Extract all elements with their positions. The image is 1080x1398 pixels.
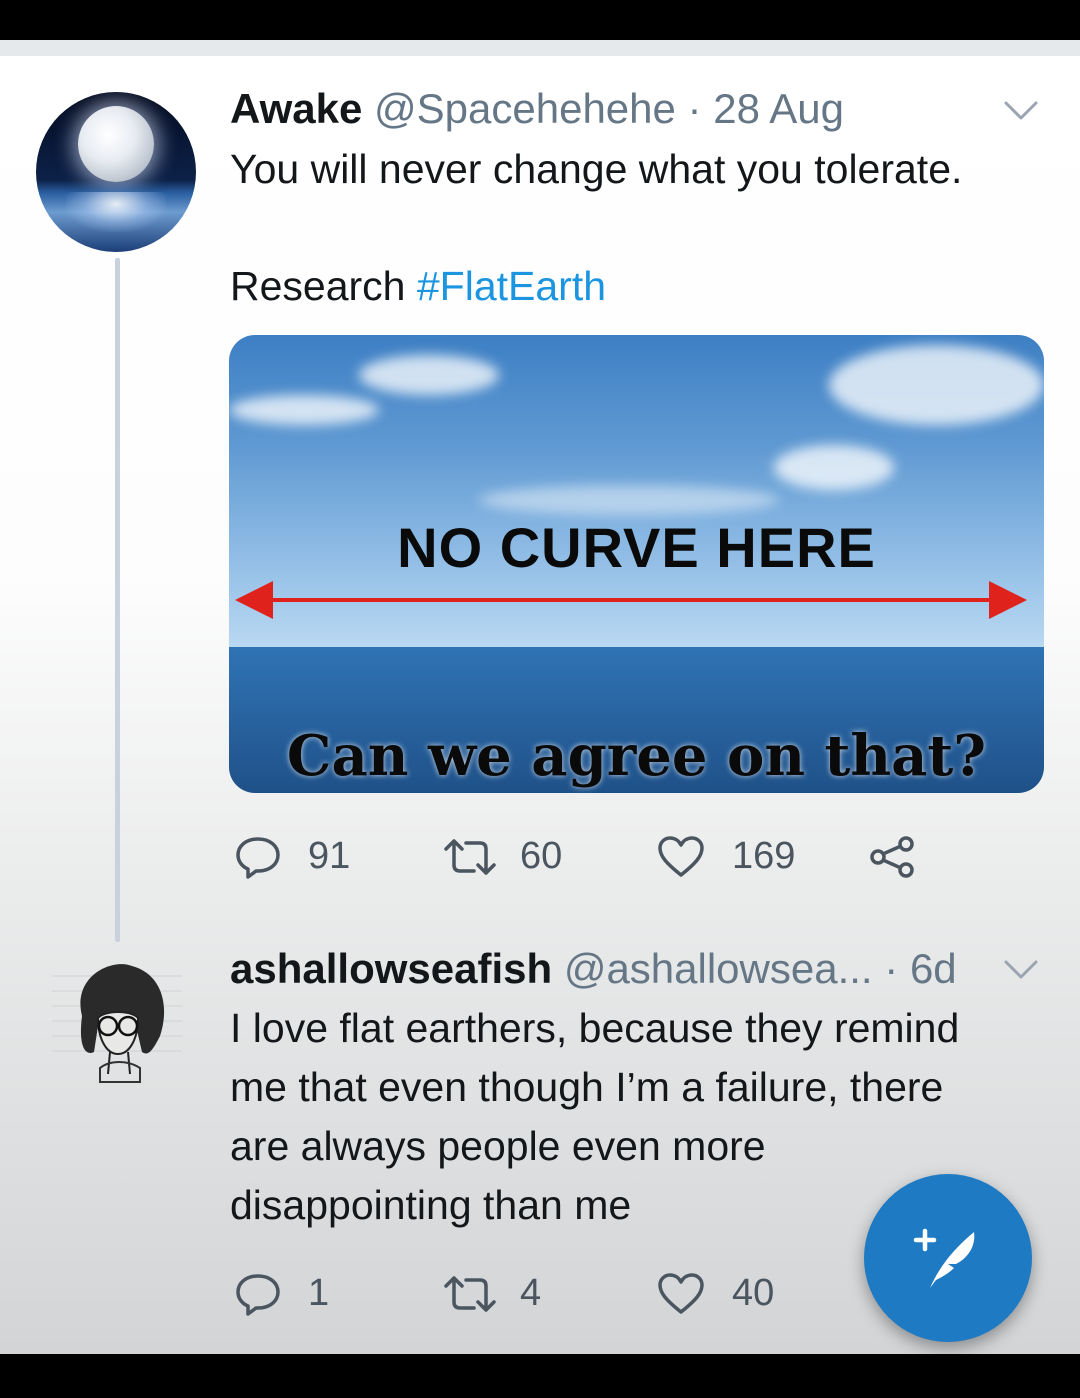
like-button[interactable]: 169	[656, 831, 801, 881]
reply-icon	[236, 1274, 280, 1316]
compose-tweet-button[interactable]	[864, 1174, 1032, 1342]
tweet-2-text-line-4: disappointing than me	[230, 1182, 632, 1228]
like-count: 169	[732, 835, 796, 877]
tweet-1-header: Awake @Spacehehehe · 28 Aug	[230, 84, 844, 134]
top-black-bar	[0, 0, 1080, 40]
moon-reflection	[66, 192, 166, 232]
media-caption-text: Can we agree on that?	[286, 723, 987, 789]
avatar-ashallowseafish[interactable]	[52, 956, 182, 1086]
sketch-girl-avatar	[52, 964, 182, 1083]
like-count: 40	[732, 1272, 775, 1314]
heart-icon	[658, 1273, 704, 1314]
chevron-down-icon[interactable]	[1003, 959, 1039, 981]
moon-image	[78, 106, 154, 182]
separator-dot: ·	[687, 85, 702, 132]
reply-count: 91	[308, 835, 351, 877]
author-name[interactable]: Awake	[230, 85, 362, 132]
heart-icon	[658, 836, 704, 877]
tweet-1-text-line-2: Research #FlatEarth	[230, 257, 606, 316]
reply-count: 1	[308, 1272, 330, 1314]
timeline-screen: Awake @Spacehehehe · 28 Aug You will nev…	[0, 56, 1080, 1354]
retweet-icon	[444, 1276, 496, 1312]
top-divider-strip	[0, 40, 1080, 56]
cloud	[829, 345, 1044, 425]
double-arrow-icon	[235, 581, 1027, 619]
chevron-down-icon[interactable]	[1003, 100, 1039, 122]
retweet-count: 60	[520, 835, 563, 877]
cloud	[229, 395, 379, 425]
tweet-media-image[interactable]: NO CURVE HERE Can we agree on that?	[229, 335, 1044, 793]
tweet-time[interactable]: 28 Aug	[713, 85, 844, 132]
hashtag-link[interactable]: #FlatEarth	[417, 263, 606, 309]
tweet-1-text-line-1: You will never change what you tolerate.	[230, 146, 963, 192]
media-title-text: NO CURVE HERE	[397, 516, 876, 579]
share-button[interactable]	[868, 831, 918, 881]
author-name[interactable]: ashallowseafish	[230, 945, 552, 992]
bottom-black-bar	[0, 1354, 1080, 1398]
reply-button[interactable]: 91	[234, 831, 354, 881]
cloud	[359, 355, 499, 395]
reply-icon	[236, 837, 280, 879]
like-button[interactable]: 40	[656, 1268, 786, 1318]
tweet-2-text-line-2: me that even though I’m a failure, there	[230, 1064, 944, 1110]
tweet-2-text-line-3: are always people even more	[230, 1123, 766, 1169]
tweet-time[interactable]: 6d	[910, 945, 957, 992]
tweet-2-header: ashallowseafish @ashallowsea... · 6d	[230, 944, 957, 994]
cloud	[479, 485, 779, 515]
retweet-icon	[444, 839, 496, 875]
share-icon	[870, 836, 914, 878]
compose-feather-icon	[913, 1228, 975, 1288]
retweet-count: 4	[520, 1272, 542, 1314]
separator-dot: ·	[884, 945, 899, 992]
author-handle[interactable]: @Spacehehehe	[374, 85, 676, 132]
tweet-2-text-line-1: I love flat earthers, because they remin…	[230, 1005, 960, 1051]
avatar-awake[interactable]	[36, 92, 196, 252]
retweet-button[interactable]: 60	[442, 831, 572, 881]
reply-button[interactable]: 1	[234, 1268, 334, 1318]
thread-connector-line	[115, 258, 120, 942]
text-prefix: Research	[230, 263, 417, 309]
author-handle[interactable]: @ashallowsea...	[564, 945, 873, 992]
retweet-button[interactable]: 4	[442, 1268, 552, 1318]
cloud	[774, 445, 894, 490]
